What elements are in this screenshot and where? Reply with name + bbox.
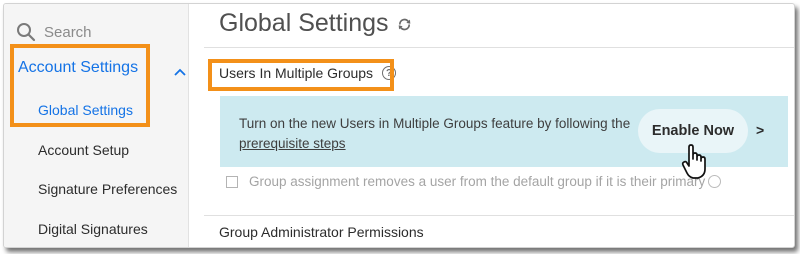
sidebar: Search Account Settings Global Settings …	[4, 4, 189, 247]
group-assignment-checkbox-row[interactable]: Group assignment removes a user from the…	[226, 174, 722, 189]
banner-text: Turn on the new Users in Multiple Groups…	[239, 114, 630, 154]
sidebar-item-global-settings[interactable]: Global Settings	[38, 102, 133, 118]
main-panel: Global Settings Users In Multiple Groups…	[189, 4, 794, 247]
help-icon[interactable]	[708, 175, 722, 188]
chevron-up-icon[interactable]	[174, 63, 186, 81]
divider	[204, 47, 794, 48]
sidebar-section-label: Account Settings	[18, 59, 139, 76]
section-title: Users In Multiple Groups	[219, 65, 374, 81]
banner-line: Turn on the new Users in Multiple Groups…	[239, 116, 631, 131]
search-icon	[16, 22, 36, 42]
sidebar-item-digital-signatures[interactable]: Digital Signatures	[38, 221, 148, 237]
page-title-text: Global Settings	[219, 8, 389, 37]
section-users-in-multiple-groups: Users In Multiple Groups ?	[219, 65, 397, 81]
group-assignment-checkbox[interactable]	[226, 175, 238, 188]
search-box[interactable]: Search	[16, 21, 92, 43]
sidebar-item-signature-preferences[interactable]: Signature Preferences	[38, 181, 177, 197]
hand-cursor-icon	[680, 144, 710, 185]
sidebar-item-account-setup[interactable]: Account Setup	[38, 142, 129, 158]
app-window: Search Account Settings Global Settings …	[3, 3, 795, 248]
checkbox-label: Group assignment removes a user from the…	[249, 174, 706, 189]
divider	[204, 215, 794, 216]
page-title: Global Settings	[219, 7, 412, 39]
section-group-administrator-permissions: Group Administrator Permissions	[219, 224, 424, 240]
refresh-icon[interactable]	[397, 10, 412, 39]
chevron-right-icon[interactable]: >	[756, 122, 764, 138]
search-input[interactable]: Search	[44, 24, 92, 41]
prerequisite-steps-link[interactable]: prerequisite steps	[239, 136, 346, 151]
sidebar-section-account-settings[interactable]: Account Settings	[18, 54, 188, 82]
help-icon[interactable]: ?	[382, 66, 397, 80]
